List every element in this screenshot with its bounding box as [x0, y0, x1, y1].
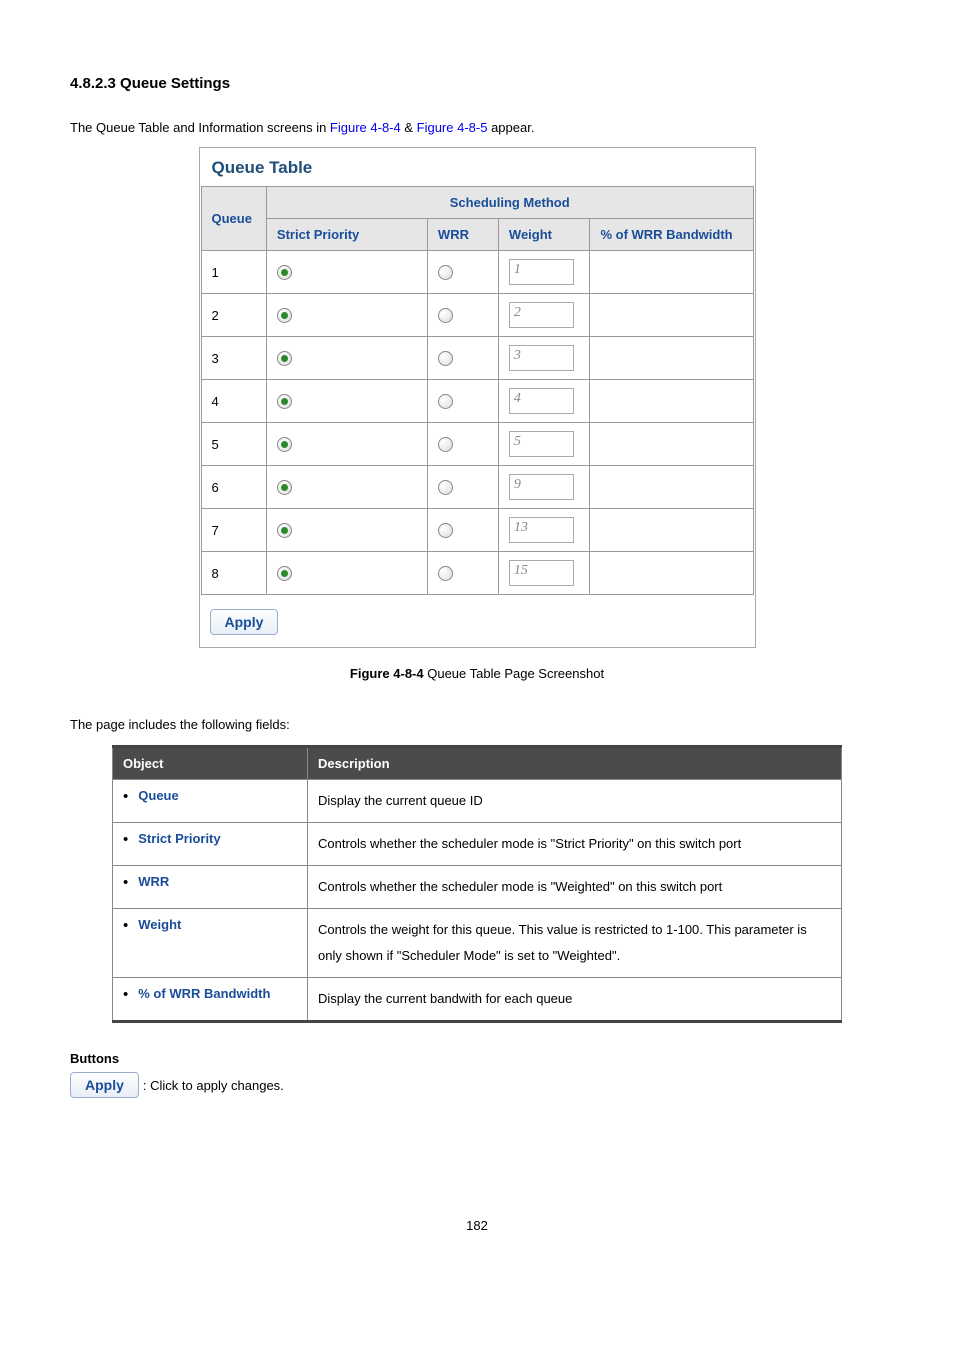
wrr-bandwidth-cell — [590, 423, 753, 466]
strict-priority-radio[interactable] — [277, 566, 292, 581]
weight-input[interactable]: 15 — [509, 560, 574, 586]
field-description: Controls whether the scheduler mode is "… — [308, 823, 842, 866]
table-row: 8 15 — [201, 552, 753, 595]
field-object: Strict Priority — [113, 823, 308, 866]
table-row: 11 — [201, 251, 753, 294]
intro-mid: & — [401, 120, 417, 135]
section-heading: 4.8.2.3 Queue Settings — [70, 75, 884, 92]
queue-id: 7 — [201, 509, 266, 552]
wrr-radio[interactable] — [438, 480, 453, 495]
wrr-radio[interactable] — [438, 566, 453, 581]
table-row: 55 — [201, 423, 753, 466]
wrr-bandwidth-cell — [590, 251, 753, 294]
queue-table-panel: Queue Table Queue Scheduling Method Stri… — [199, 147, 756, 648]
wrr-bandwidth-cell — [590, 337, 753, 380]
panel-title: Queue Table — [200, 148, 755, 186]
field-description: Controls the weight for this queue. This… — [308, 909, 842, 978]
th-wrr-bandwidth: % of WRR Bandwidth — [590, 219, 753, 251]
apply-button[interactable]: Apply — [210, 609, 279, 635]
strict-priority-radio[interactable] — [277, 523, 292, 538]
table-row: WeightControls the weight for this queue… — [113, 909, 842, 978]
wrr-radio[interactable] — [438, 523, 453, 538]
wrr-radio[interactable] — [438, 351, 453, 366]
field-object: Queue — [113, 780, 308, 823]
table-row: 44 — [201, 380, 753, 423]
weight-input[interactable]: 4 — [509, 388, 574, 414]
weight-input[interactable]: 9 — [509, 474, 574, 500]
wrr-radio[interactable] — [438, 437, 453, 452]
strict-priority-radio[interactable] — [277, 394, 292, 409]
figure-caption-text: Queue Table Page Screenshot — [424, 666, 604, 681]
wrr-radio[interactable] — [438, 308, 453, 323]
fields-table: Object Description QueueDisplay the curr… — [112, 745, 842, 1023]
table-row: Strict PriorityControls whether the sche… — [113, 823, 842, 866]
intro-text: The Queue Table and Information screens … — [70, 120, 884, 135]
intro-prefix: The Queue Table and Information screens … — [70, 120, 330, 135]
wrr-bandwidth-cell — [590, 466, 753, 509]
figure-link-484[interactable]: Figure 4-8-4 — [330, 120, 401, 135]
weight-input[interactable]: 5 — [509, 431, 574, 457]
weight-input[interactable]: 2 — [509, 302, 574, 328]
fields-intro: The page includes the following fields: — [70, 717, 884, 732]
wrr-bandwidth-cell — [590, 294, 753, 337]
wrr-bandwidth-cell — [590, 509, 753, 552]
weight-input[interactable]: 1 — [509, 259, 574, 285]
fields-header-description: Description — [308, 747, 842, 780]
strict-priority-radio[interactable] — [277, 437, 292, 452]
wrr-bandwidth-cell — [590, 380, 753, 423]
table-row: 33 — [201, 337, 753, 380]
queue-id: 5 — [201, 423, 266, 466]
th-weight: Weight — [498, 219, 590, 251]
table-row: WRRControls whether the scheduler mode i… — [113, 866, 842, 909]
field-object: Weight — [113, 909, 308, 978]
weight-input[interactable]: 3 — [509, 345, 574, 371]
queue-id: 6 — [201, 466, 266, 509]
strict-priority-radio[interactable] — [277, 351, 292, 366]
figure-caption-label: Figure 4-8-4 — [350, 666, 424, 681]
queue-id: 4 — [201, 380, 266, 423]
th-strict-priority: Strict Priority — [266, 219, 427, 251]
queue-id: 8 — [201, 552, 266, 595]
table-row: 22 — [201, 294, 753, 337]
apply-button-example[interactable]: Apply — [70, 1072, 139, 1098]
figure-caption: Figure 4-8-4 Queue Table Page Screenshot — [70, 666, 884, 681]
fields-header-object: Object — [113, 747, 308, 780]
queue-id: 3 — [201, 337, 266, 380]
wrr-radio[interactable] — [438, 394, 453, 409]
strict-priority-radio[interactable] — [277, 308, 292, 323]
table-row: 7 13 — [201, 509, 753, 552]
queue-id: 1 — [201, 251, 266, 294]
wrr-bandwidth-cell — [590, 552, 753, 595]
field-object: % of WRR Bandwidth — [113, 978, 308, 1022]
apply-button-description: : Click to apply changes. — [143, 1078, 284, 1093]
table-row: QueueDisplay the current queue ID — [113, 780, 842, 823]
page-number: 182 — [70, 1218, 884, 1233]
queue-id: 2 — [201, 294, 266, 337]
field-description: Display the current bandwith for each qu… — [308, 978, 842, 1022]
buttons-heading: Buttons — [70, 1051, 884, 1066]
field-object: WRR — [113, 866, 308, 909]
th-queue: Queue — [201, 187, 266, 251]
wrr-radio[interactable] — [438, 265, 453, 280]
table-row: 69 — [201, 466, 753, 509]
th-scheduling-method: Scheduling Method — [266, 187, 753, 219]
intro-suffix: appear. — [487, 120, 534, 135]
field-description: Controls whether the scheduler mode is "… — [308, 866, 842, 909]
queue-table: Queue Scheduling Method Strict Priority … — [201, 186, 754, 595]
table-row: % of WRR BandwidthDisplay the current ba… — [113, 978, 842, 1022]
strict-priority-radio[interactable] — [277, 265, 292, 280]
field-description: Display the current queue ID — [308, 780, 842, 823]
strict-priority-radio[interactable] — [277, 480, 292, 495]
weight-input[interactable]: 13 — [509, 517, 574, 543]
th-wrr: WRR — [427, 219, 498, 251]
figure-link-485[interactable]: Figure 4-8-5 — [417, 120, 488, 135]
